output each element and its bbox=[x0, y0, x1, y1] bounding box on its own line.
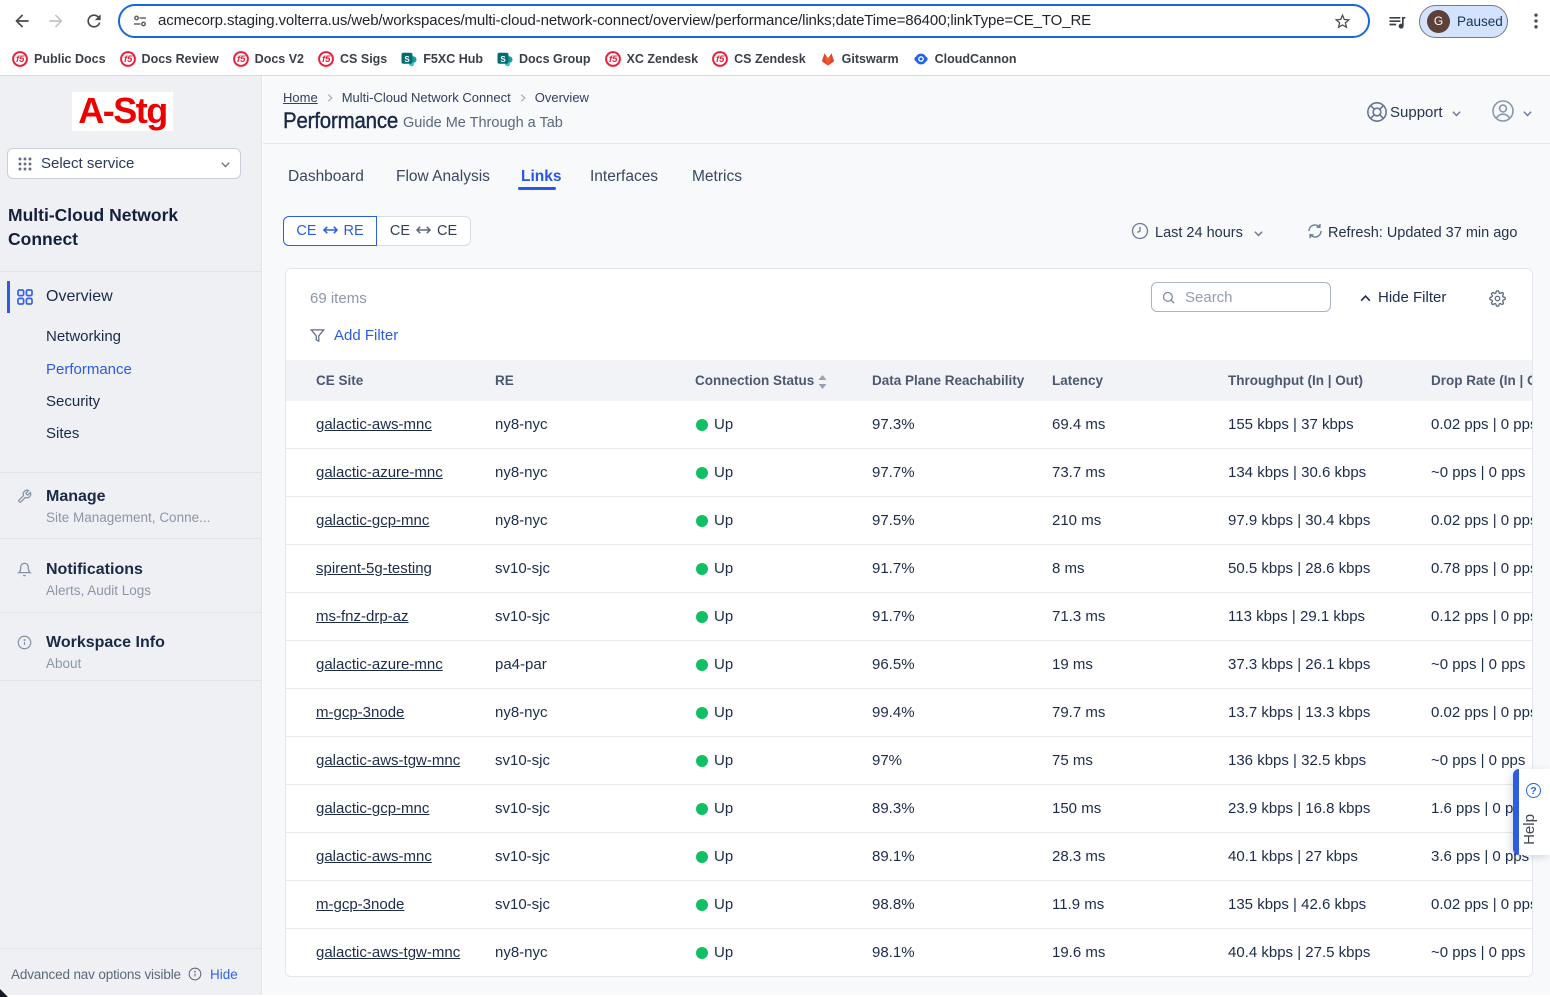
svg-text:S: S bbox=[500, 55, 506, 64]
svg-text:f5: f5 bbox=[124, 54, 133, 65]
svg-text:S: S bbox=[405, 55, 411, 64]
svg-text:f5: f5 bbox=[716, 54, 725, 65]
svg-text:f5: f5 bbox=[322, 54, 331, 65]
svg-text:f5: f5 bbox=[16, 54, 25, 65]
svg-text:f5: f5 bbox=[609, 54, 618, 65]
svg-text:f5: f5 bbox=[237, 54, 246, 65]
